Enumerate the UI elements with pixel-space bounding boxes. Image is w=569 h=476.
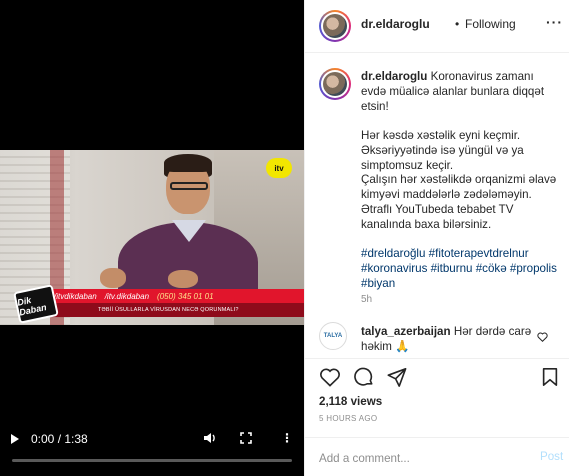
- caption-hashtags[interactable]: #dreldaroğlu #fitoterapevtdrelnur #koron…: [361, 247, 559, 291]
- caption-para2: Hər kəsdə xəstəlik eyni keçmir. Əksəriyy…: [361, 128, 524, 172]
- post-header: dr.eldaroglu • Following ···: [305, 0, 569, 53]
- more-options-icon[interactable]: ⋮: [281, 431, 293, 445]
- comment-text: talya_azerbaijan Hər dərdə carə həkim 🙏: [361, 324, 539, 354]
- lower-third-subtitle: TƏBİİ ÜSULLARLA VİRUSDAN NECƏ QORUNMALI?: [38, 303, 304, 317]
- channel-logo: itv: [266, 158, 292, 178]
- follow-status-button[interactable]: Following: [465, 17, 516, 31]
- comment-bubble-icon[interactable]: [353, 367, 374, 392]
- video-player[interactable]: itv /itvdikdaban /itv.dikdaban (050) 345…: [0, 0, 304, 476]
- commenter-avatar[interactable]: TALYA: [319, 322, 347, 350]
- comment-item: TALYA talya_azerbaijan Hər dərdə carə hə…: [305, 318, 569, 360]
- post-panel: dr.eldaroglu • Following ··· dr.eldarogl…: [304, 0, 569, 476]
- view-count[interactable]: 2,118 views: [319, 395, 382, 408]
- add-comment-row: Post: [305, 437, 569, 476]
- post-actions: 2,118 views 5 HOURS AGO Post: [305, 358, 569, 474]
- author-avatar[interactable]: [319, 10, 351, 42]
- ellipsis-icon[interactable]: ···: [546, 14, 563, 30]
- separator-dot: •: [455, 17, 460, 31]
- volume-icon[interactable]: [203, 432, 217, 447]
- post-comment-button[interactable]: Post: [540, 450, 563, 463]
- post-time-ago: 5 HOURS AGO: [319, 414, 378, 423]
- comment-like-heart-icon[interactable]: [537, 332, 548, 345]
- play-icon[interactable]: [11, 434, 19, 444]
- caption-text: dr.eldaroglu Koronavirus zamanı evdə müa…: [361, 70, 559, 292]
- instagram-handle: /itv.dikdaban: [104, 291, 150, 301]
- facebook-handle: /itvdikdaban: [54, 291, 97, 301]
- whatsapp-number: (050) 345 01 01: [157, 291, 214, 301]
- caption-time: 5h: [361, 294, 373, 305]
- commenter-username[interactable]: talya_azerbaijan: [361, 325, 451, 338]
- caption-username[interactable]: dr.eldaroglu: [361, 70, 427, 83]
- caption-author-avatar[interactable]: [319, 68, 351, 100]
- video-controls: 0:00 / 1:38 ⋮: [0, 428, 304, 476]
- save-bookmark-icon[interactable]: [541, 367, 559, 392]
- video-time: 0:00 / 1:38: [31, 432, 88, 446]
- caption-para4: Ətraflı YouTubeda tebabet TV kanalında b…: [361, 202, 514, 231]
- comment-input[interactable]: [319, 448, 519, 468]
- progress-bar[interactable]: [12, 459, 292, 462]
- instagram-post-modal: itv /itvdikdaban /itv.dikdaban (050) 345…: [0, 0, 569, 476]
- caption-para3: Çalışın hər xəstəlikdə orqanizmi əlavə k…: [361, 173, 557, 202]
- fullscreen-icon[interactable]: [240, 432, 252, 447]
- presenter-glasses: [170, 182, 208, 190]
- author-username[interactable]: dr.eldaroglu: [361, 17, 430, 31]
- lower-third-bar: /itvdikdaban /itv.dikdaban (050) 345 01 …: [38, 289, 304, 303]
- like-heart-icon[interactable]: [319, 367, 341, 392]
- post-caption: dr.eldaroglu Koronavirus zamanı evdə müa…: [305, 54, 569, 310]
- share-paper-plane-icon[interactable]: [386, 367, 407, 392]
